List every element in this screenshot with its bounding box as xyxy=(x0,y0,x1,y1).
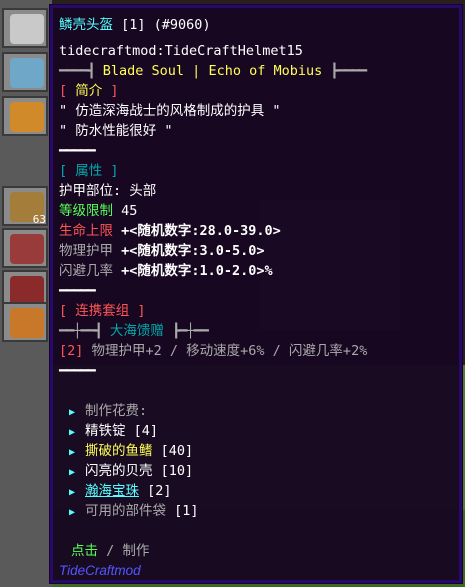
material-row: ▶ 瀚海宝珠 [2] xyxy=(59,482,172,502)
set-name-right-rule: ┣━┼━━ xyxy=(172,323,209,339)
stat-row: 闪避几率 +<随机数字:1.0-2.0>% xyxy=(59,262,273,280)
mod-name: TideCraftmod xyxy=(59,563,141,578)
item-count: [1] xyxy=(121,17,146,33)
material-count: [2] xyxy=(147,483,172,499)
claw-icon xyxy=(10,234,44,264)
stack-count: 63 xyxy=(32,213,46,226)
section-separator: ━━━━━ xyxy=(59,143,96,159)
helmet-icon xyxy=(10,58,44,88)
material-count: [1] xyxy=(174,503,199,519)
set-name-row: ━━┼━━┫ 大海馈赠 ┣━┼━━ xyxy=(59,322,209,340)
bullet-icon: ▶ xyxy=(68,427,76,438)
intro-heading: [ 简介 ] xyxy=(59,82,119,100)
set-bracket-open: [ xyxy=(59,303,68,319)
intro-line-1: " 仿造深海战士的风格制成的护具 " xyxy=(59,103,281,119)
section-separator: ━━━━━ xyxy=(59,363,96,379)
set-bonus-text: 物理护甲+2 / 移动速度+6% / 闪避几率+2% xyxy=(91,343,368,359)
craft-heading-row: ▶ 制作花费: xyxy=(59,402,147,422)
level-label: 等级限制 xyxy=(59,203,113,219)
item-title: 鳞壳头盔 xyxy=(59,17,113,33)
stat-value: +<随机数字:1.0-2.0>% xyxy=(121,263,273,279)
material-name: 精铁锭 xyxy=(85,423,126,439)
sword-icon xyxy=(10,308,44,338)
material-row: ▶ 可用的部件袋 [1] xyxy=(59,502,199,522)
material-name: 可用的部件袋 xyxy=(85,503,166,519)
set-bonus-count: [2] xyxy=(59,343,84,359)
material-name: 瀚海宝珠 xyxy=(85,483,139,499)
inventory-slot[interactable] xyxy=(2,52,48,92)
stat-label: 生命上限 xyxy=(59,223,113,239)
set-name: 大海馈赠 xyxy=(109,323,164,339)
attr-bracket-open: [ xyxy=(59,163,68,179)
item-id: (#9060) xyxy=(153,17,211,33)
set-bracket-close: ] xyxy=(137,303,146,319)
craft-action-row: 点击 / 制作 xyxy=(71,542,149,560)
bullet-icon: ▶ xyxy=(68,447,76,458)
material-row: ▶ 精铁锭 [4] xyxy=(59,422,158,442)
bullet-icon: ▶ xyxy=(68,507,76,518)
bullet-icon: ▶ xyxy=(68,487,76,498)
intro-line-2: " 防水性能很好 " xyxy=(59,123,173,139)
material-row: ▶ 撕破的鱼鳍 [40] xyxy=(59,442,193,462)
set-name-left-rule: ━━┼━━┫ xyxy=(59,323,103,339)
header-left-rule: ━━━━┫ xyxy=(59,63,96,79)
inventory-slot[interactable] xyxy=(2,8,48,48)
set-header-row: ━━━━┫ Blade Soul | Echo of Mobius ┣━━━━ xyxy=(59,62,367,80)
inventory-slot[interactable] xyxy=(2,228,48,268)
material-name: 闪亮的贝壳 xyxy=(85,463,153,479)
intro-bracket-open: [ xyxy=(59,83,68,99)
click-label: 点击 xyxy=(71,543,98,559)
set-heading-text: 连携套组 xyxy=(75,303,130,319)
header-right-rule: ┣━━━━ xyxy=(330,63,367,79)
item-tooltip: 鳞壳头盔 [1] (#9060) tidecraftmod:TideCraftH… xyxy=(49,4,463,584)
set-heading: [ 连携套组 ] xyxy=(59,302,146,320)
material-count: [40] xyxy=(160,443,194,459)
set-bonus-row: [2] 物理护甲+2 / 移动速度+6% / 闪避几率+2% xyxy=(59,342,367,360)
material-name: 撕破的鱼鳍 xyxy=(85,443,153,459)
bullet-icon: ▶ xyxy=(68,467,76,478)
attr-heading-text: 属性 xyxy=(75,163,103,179)
stat-row: 物理护甲 +<随机数字:3.0-5.0> xyxy=(59,242,265,260)
tooltip-title-row: 鳞壳头盔 [1] (#9060) xyxy=(59,16,211,34)
stat-label: 闪避几率 xyxy=(59,263,113,279)
bullet-icon: ▶ xyxy=(68,407,76,418)
intro-bracket-close: ] xyxy=(110,83,119,99)
set-header-text: Blade Soul | Echo of Mobius xyxy=(102,63,323,79)
helmet-icon xyxy=(10,14,44,44)
action-separator: / xyxy=(106,543,115,559)
craft-heading: 制作花费: xyxy=(85,403,148,419)
material-count: [4] xyxy=(133,423,159,439)
level-requirement: 等级限制 45 xyxy=(59,202,137,220)
item-registry-name: tidecraftmod:TideCraftHelmet15 xyxy=(59,43,303,59)
level-value: 45 xyxy=(121,203,138,219)
stat-label: 物理护甲 xyxy=(59,243,113,259)
stat-value: +<随机数字:3.0-5.0> xyxy=(121,243,265,259)
section-separator: ━━━━━ xyxy=(59,283,96,299)
inventory-slot[interactable] xyxy=(2,302,48,342)
attr-bracket-close: ] xyxy=(110,163,119,179)
intro-heading-text: 简介 xyxy=(75,83,103,99)
material-row: ▶ 闪亮的贝壳 [10] xyxy=(59,462,193,482)
material-count: [10] xyxy=(160,463,194,479)
craft-label: 制作 xyxy=(122,543,150,559)
rune-icon xyxy=(10,102,44,132)
armor-slot-label: 护甲部位: 头部 xyxy=(59,183,157,199)
inventory-slot[interactable]: 63 xyxy=(2,186,48,226)
stat-row: 生命上限 +<随机数字:28.0-39.0> xyxy=(59,222,281,240)
stat-value: +<随机数字:28.0-39.0> xyxy=(121,223,281,239)
inventory-slot[interactable] xyxy=(2,96,48,136)
attr-heading: [ 属性 ] xyxy=(59,162,119,180)
